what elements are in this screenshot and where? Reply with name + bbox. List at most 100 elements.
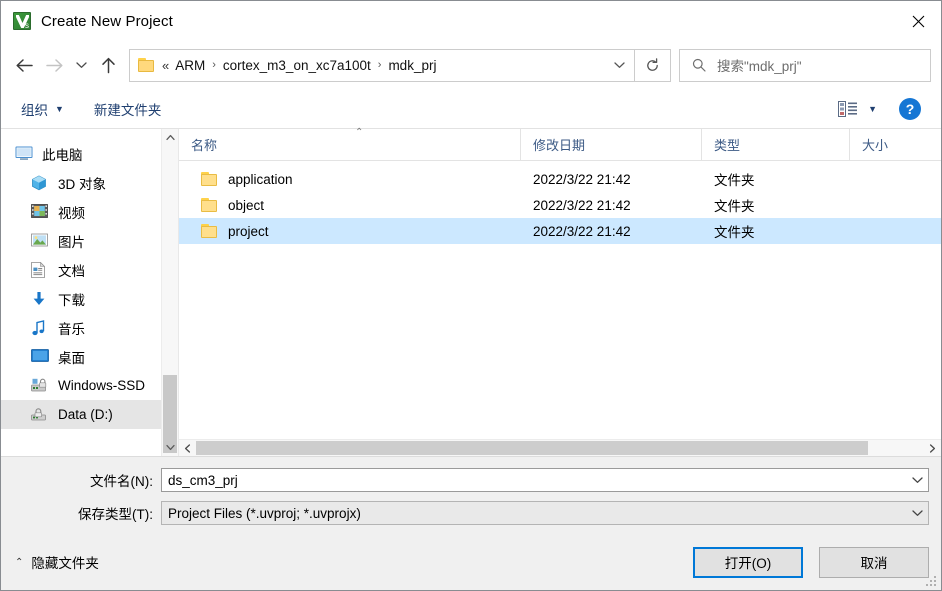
table-row[interactable]: project 2022/3/22 21:42 文件夹 xyxy=(179,218,941,244)
dialog-fields: 文件名(N): ds_cm3_prj 保存类型(T): Project File… xyxy=(1,457,941,534)
new-folder-button[interactable]: 新建文件夹 xyxy=(94,99,162,119)
column-header-name[interactable]: 名称 ⌃ xyxy=(179,127,521,160)
close-icon[interactable] xyxy=(895,1,941,41)
sort-ascending-icon: ⌃ xyxy=(355,127,364,138)
resize-grip[interactable] xyxy=(926,576,938,588)
chevron-down-icon[interactable] xyxy=(906,469,928,491)
scroll-right-icon[interactable] xyxy=(924,440,941,457)
sidebar-scrollbar[interactable] xyxy=(161,129,178,456)
drive-icon xyxy=(31,378,49,394)
search-input[interactable]: 搜索"mdk_prj" xyxy=(679,48,931,82)
filename-input[interactable]: ds_cm3_prj xyxy=(161,468,929,492)
chevron-down-icon[interactable] xyxy=(906,502,928,524)
file-type: 文件夹 xyxy=(714,199,755,214)
filetype-select[interactable]: Project Files (*.uvproj; *.uvprojx) xyxy=(161,501,929,525)
sidebar-item-this-pc[interactable]: 此电脑 xyxy=(1,139,178,168)
breadcrumb-item-2[interactable]: mdk_prj xyxy=(388,58,436,73)
breadcrumb-item-0[interactable]: ARM xyxy=(175,58,205,73)
folder-icon xyxy=(201,224,218,238)
file-date: 2022/3/22 21:42 xyxy=(533,197,631,213)
file-name-cell: project xyxy=(179,224,521,239)
file-list-pane: 名称 ⌃ 修改日期 类型 大小 application 2022/3/22 21… xyxy=(179,127,941,456)
folder-icon xyxy=(201,198,218,212)
sidebar-item-documents[interactable]: 文档 xyxy=(1,255,178,284)
file-date: 2022/3/22 21:42 xyxy=(533,171,631,187)
up-arrow-icon[interactable] xyxy=(93,49,123,81)
scroll-up-icon[interactable] xyxy=(162,129,178,146)
filetype-label: 保存类型(T): xyxy=(78,507,153,522)
column-header-type[interactable]: 类型 xyxy=(702,129,850,160)
address-chevron-down-icon[interactable] xyxy=(606,50,632,81)
view-options-button[interactable]: ▼ xyxy=(838,100,877,117)
create-new-project-dialog: Create New Project xyxy=(0,0,942,591)
sidebar-item-label: 下载 xyxy=(58,292,85,308)
column-header-date[interactable]: 修改日期 xyxy=(521,129,702,160)
search-placeholder: 搜索"mdk_prj" xyxy=(717,59,802,74)
breadcrumb-separator: › xyxy=(377,59,382,71)
file-name: object xyxy=(228,197,265,213)
help-button[interactable]: ? xyxy=(899,97,921,120)
title-bar: Create New Project xyxy=(1,1,941,41)
sidebar-item-music[interactable]: 音乐 xyxy=(1,313,178,342)
column-header-size[interactable]: 大小 xyxy=(850,129,941,160)
filename-label: 文件名(N): xyxy=(90,474,153,489)
sidebar-item-downloads[interactable]: 下载 xyxy=(1,284,178,313)
sidebar-item-videos[interactable]: 视频 xyxy=(1,197,178,226)
breadcrumb-separator: › xyxy=(212,59,216,71)
documents-icon xyxy=(31,261,49,278)
file-list-horizontal-scrollbar[interactable] xyxy=(179,439,941,456)
sidebar-item-3d-objects[interactable]: 3D 对象 xyxy=(1,168,178,197)
breadcrumb-overflow[interactable]: « xyxy=(162,58,169,73)
address-bar[interactable]: « ARM › cortex_m3_on_xc7a100t › mdk_prj xyxy=(129,48,635,82)
breadcrumb-item-1[interactable]: cortex_m3_on_xc7a100t xyxy=(223,58,371,73)
file-name-cell: object xyxy=(179,198,521,213)
dialog-footer: ⌃ 隐藏文件夹 打开(O) 取消 xyxy=(1,534,941,590)
pictures-icon xyxy=(31,233,49,249)
sidebar-list: 此电脑 3D 对象 视频 图片 文档 下载 音乐 桌面 Windows-SSD … xyxy=(1,129,178,429)
filename-row: 文件名(N): ds_cm3_prj xyxy=(13,468,929,492)
sidebar-item-label: 文档 xyxy=(58,263,85,279)
sidebar-item-label: 此电脑 xyxy=(42,147,83,163)
column-headers: 名称 ⌃ 修改日期 类型 大小 xyxy=(179,127,941,161)
table-row[interactable]: object 2022/3/22 21:42 文件夹 xyxy=(179,192,941,218)
recent-locations-chevron-down-icon[interactable] xyxy=(69,49,93,81)
sidebar-item-desktop[interactable]: 桌面 xyxy=(1,342,178,371)
filename-value: ds_cm3_prj xyxy=(168,472,238,488)
file-name: project xyxy=(228,223,269,239)
open-button[interactable]: 打开(O) xyxy=(693,546,803,578)
column-header-label: 大小 xyxy=(862,138,889,153)
table-row[interactable]: application 2022/3/22 21:42 文件夹 xyxy=(179,166,941,192)
hide-folders-toggle[interactable]: ⌃ 隐藏文件夹 xyxy=(15,552,99,572)
chevron-up-icon: ⌃ xyxy=(15,556,24,568)
scrollbar-thumb[interactable] xyxy=(196,441,868,455)
music-icon xyxy=(31,319,49,336)
column-header-label: 名称 xyxy=(191,138,218,153)
file-type: 文件夹 xyxy=(714,173,755,188)
3d-objects-icon xyxy=(31,175,49,191)
column-header-label: 类型 xyxy=(714,138,741,153)
sidebar-item-windows-ssd[interactable]: Windows-SSD xyxy=(1,371,178,400)
file-name-cell: application xyxy=(179,172,521,187)
search-icon xyxy=(692,58,706,72)
sidebar-item-data-d[interactable]: Data (D:) xyxy=(1,400,178,429)
sidebar-item-label: Windows-SSD xyxy=(58,378,146,393)
sidebar-item-pictures[interactable]: 图片 xyxy=(1,226,178,255)
filetype-row: 保存类型(T): Project Files (*.uvproj; *.uvpr… xyxy=(13,501,929,525)
chevron-down-icon: ▼ xyxy=(868,103,877,114)
cancel-button[interactable]: 取消 xyxy=(819,546,929,578)
chevron-down-icon: ▼ xyxy=(55,103,64,114)
scroll-down-icon[interactable] xyxy=(162,439,178,456)
navigation-bar: « ARM › cortex_m3_on_xc7a100t › mdk_prj xyxy=(1,41,941,89)
filetype-value: Project Files (*.uvproj; *.uvprojx) xyxy=(168,505,361,521)
back-arrow-icon[interactable] xyxy=(9,49,39,81)
view-options-icon xyxy=(838,100,858,117)
refresh-icon[interactable] xyxy=(635,48,671,82)
sidebar-item-label: Data (D:) xyxy=(58,407,113,422)
file-date: 2022/3/22 21:42 xyxy=(533,223,631,239)
sidebar-item-label: 视频 xyxy=(58,205,85,221)
organize-button[interactable]: 组织 ▼ xyxy=(21,99,64,119)
forward-arrow-icon[interactable] xyxy=(39,49,69,81)
folder-icon xyxy=(138,58,155,72)
scroll-left-icon[interactable] xyxy=(179,440,196,457)
file-name: application xyxy=(228,171,293,187)
